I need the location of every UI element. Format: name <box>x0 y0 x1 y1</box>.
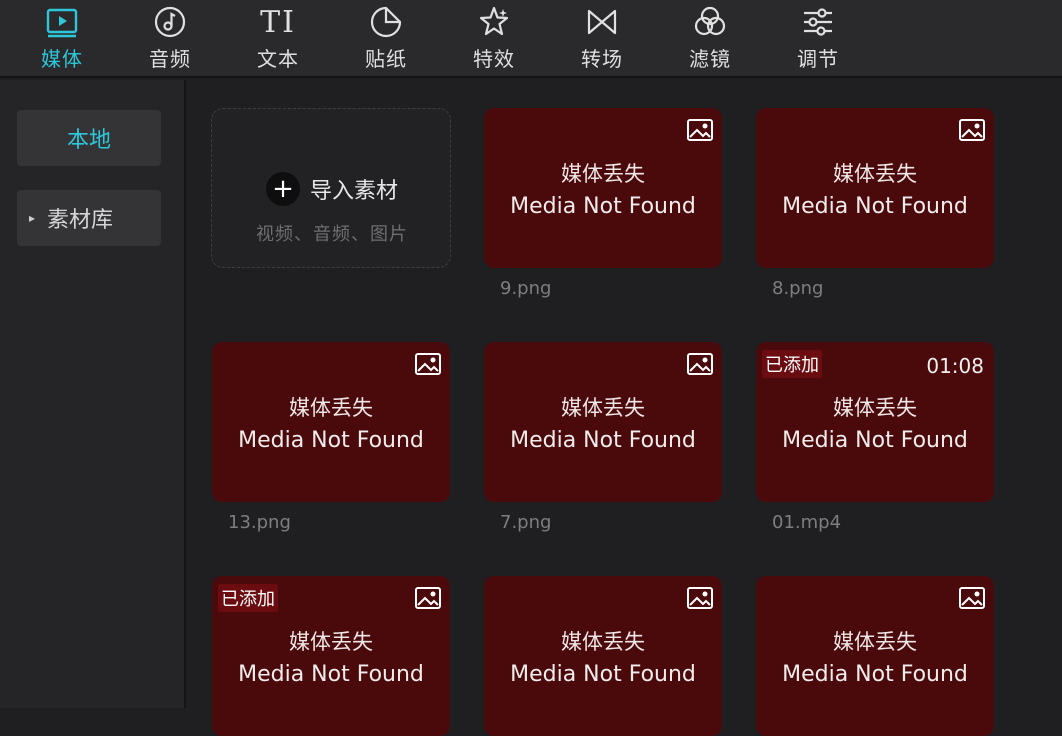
media-icon <box>42 2 82 42</box>
tab-transition[interactable]: 转场 <box>557 0 647 78</box>
added-badge: 已添加 <box>218 584 278 612</box>
media-card[interactable]: 媒体丢失 Media Not Found <box>212 342 450 502</box>
missing-label-en: Media Not Found <box>782 194 968 219</box>
image-icon <box>687 587 713 609</box>
import-label: 导入素材 <box>310 179 399 204</box>
transition-icon <box>582 2 622 42</box>
file-name: 13.png <box>228 512 291 533</box>
audio-icon <box>150 2 190 42</box>
missing-label-zh: 媒体丢失 <box>289 396 373 420</box>
missing-label-zh: 媒体丢失 <box>833 630 917 654</box>
sidebar-item-label: 素材库 <box>47 208 114 233</box>
media-card[interactable]: 媒体丢失 Media Not Found <box>484 576 722 736</box>
import-media-button[interactable]: + 导入素材 视频、音频、图片 <box>211 108 451 268</box>
import-row: + 导入素材 <box>266 172 398 206</box>
added-badge: 已添加 <box>762 350 822 378</box>
sidebar-item-label: 本地 <box>66 128 111 153</box>
plus-icon: + <box>266 172 300 206</box>
sticker-icon <box>366 2 406 42</box>
missing-label-zh: 媒体丢失 <box>833 162 917 186</box>
file-name: 01.mp4 <box>772 512 842 533</box>
image-icon <box>687 353 713 375</box>
sidebar-item-library[interactable]: ▸ 素材库 <box>17 190 161 246</box>
tab-label: 媒体 <box>41 47 83 71</box>
sidebar-item-local[interactable]: 本地 <box>17 110 161 166</box>
tab-label: 滤镜 <box>689 47 731 71</box>
media-panel: + 导入素材 视频、音频、图片 媒体丢失 Media Not Found 9.p… <box>188 80 1062 736</box>
file-name: 8.png <box>772 278 824 299</box>
text-icon: TI <box>258 2 298 42</box>
missing-label-zh: 媒体丢失 <box>289 630 373 654</box>
file-name: 7.png <box>500 512 552 533</box>
missing-label-en: Media Not Found <box>238 428 424 453</box>
sidebar: 本地 ▸ 素材库 <box>0 80 186 708</box>
tab-adjust[interactable]: 调节 <box>773 0 863 78</box>
media-card[interactable]: 已添加 01:08 媒体丢失 Media Not Found <box>756 342 994 502</box>
media-card[interactable]: 媒体丢失 Media Not Found <box>756 576 994 736</box>
missing-label-zh: 媒体丢失 <box>561 396 645 420</box>
media-card[interactable]: 已添加 媒体丢失 Media Not Found <box>212 576 450 736</box>
missing-label-en: Media Not Found <box>510 428 696 453</box>
duration-label: 01:08 <box>926 354 984 378</box>
missing-label-en: Media Not Found <box>782 662 968 687</box>
tab-text[interactable]: TI 文本 <box>233 0 323 78</box>
media-card[interactable]: 媒体丢失 Media Not Found <box>484 342 722 502</box>
missing-label-en: Media Not Found <box>510 662 696 687</box>
image-icon <box>687 119 713 141</box>
missing-label-en: Media Not Found <box>510 194 696 219</box>
tab-label: 文本 <box>257 47 299 71</box>
text-icon-glyph: TI <box>260 4 296 40</box>
missing-label-en: Media Not Found <box>782 428 968 453</box>
missing-label-en: Media Not Found <box>238 662 424 687</box>
image-icon <box>415 353 441 375</box>
tab-sticker[interactable]: 贴纸 <box>341 0 431 78</box>
media-card[interactable]: 媒体丢失 Media Not Found <box>756 108 994 268</box>
tab-label: 调节 <box>797 47 839 71</box>
missing-label-zh: 媒体丢失 <box>833 396 917 420</box>
image-icon <box>959 119 985 141</box>
media-card[interactable]: 媒体丢失 Media Not Found <box>484 108 722 268</box>
tab-media[interactable]: 媒体 <box>17 0 107 78</box>
missing-label-zh: 媒体丢失 <box>561 630 645 654</box>
top-toolbar: 媒体 音频 TI 文本 贴纸 特效 转场 滤镜 调节 <box>0 0 1062 78</box>
missing-label-zh: 媒体丢失 <box>561 162 645 186</box>
tab-label: 转场 <box>581 47 623 71</box>
file-name: 9.png <box>500 278 552 299</box>
image-icon <box>415 587 441 609</box>
tab-label: 音频 <box>149 47 191 71</box>
image-icon <box>959 587 985 609</box>
tab-effects[interactable]: 特效 <box>449 0 539 78</box>
expand-arrow-icon: ▸ <box>29 211 36 225</box>
import-subtitle: 视频、音频、图片 <box>256 224 408 245</box>
tab-label: 特效 <box>473 47 515 71</box>
effects-icon <box>474 2 514 42</box>
tab-label: 贴纸 <box>365 47 407 71</box>
adjust-icon <box>798 2 838 42</box>
tab-audio[interactable]: 音频 <box>125 0 215 78</box>
filter-icon <box>690 2 730 42</box>
tab-filter[interactable]: 滤镜 <box>665 0 755 78</box>
